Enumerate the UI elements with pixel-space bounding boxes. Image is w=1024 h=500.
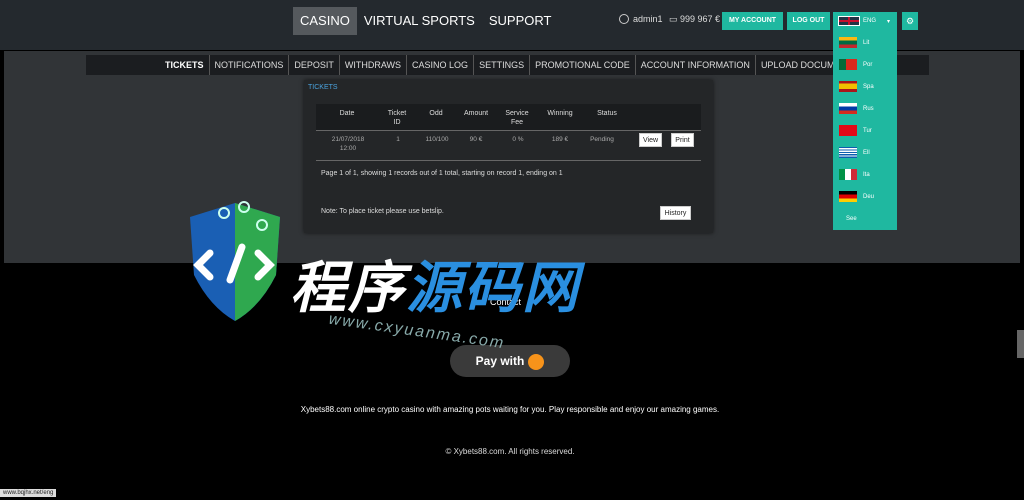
- tickets-panel: TICKETS Date Ticket ID Odd Amount Servic…: [304, 80, 713, 233]
- lang-label: Spa: [863, 83, 874, 90]
- watermark-text-white: 程序: [290, 256, 406, 321]
- col-date: Date: [339, 110, 355, 117]
- lang-item-spa[interactable]: Spa: [839, 81, 874, 92]
- col-odd: Odd: [429, 110, 443, 117]
- watermark-text-blue: 源码网: [406, 256, 580, 321]
- username: admin1: [633, 14, 663, 24]
- uk-flag-icon: [838, 16, 860, 26]
- subnav-casino-log[interactable]: CASINO LOG: [407, 55, 475, 75]
- bitcoin-icon: [528, 353, 545, 370]
- cell-winning: 189 €: [551, 136, 569, 143]
- lang-label: Tur: [863, 127, 872, 134]
- user-info: admin1: [619, 14, 663, 24]
- subnav-deposit[interactable]: DEPOSIT: [289, 55, 340, 75]
- lang-item-deu[interactable]: Deu: [839, 191, 874, 202]
- cell-amount: 90 €: [469, 136, 483, 143]
- pay-with-bitcoin-button[interactable]: Pay with: [450, 345, 570, 377]
- pay-label: Pay with: [475, 354, 525, 368]
- russia-flag-icon: [839, 103, 857, 114]
- subnav-promotional-code[interactable]: PROMOTIONAL CODE: [530, 55, 636, 75]
- col-ticket-id: Ticket ID: [387, 110, 407, 126]
- col-amount: Amount: [463, 110, 489, 117]
- my-account-button[interactable]: MY ACCOUNT: [722, 12, 783, 30]
- col-status: Status: [597, 110, 617, 117]
- wallet-icon: ▭: [669, 14, 681, 24]
- cell-date: 21/07/2018 12:00: [331, 136, 365, 152]
- cell-ticket-id: 1: [396, 136, 400, 143]
- balance: ▭ 999 967 €: [669, 14, 720, 25]
- col-service-fee: Service Fee: [505, 110, 529, 126]
- turkey-flag-icon: [839, 125, 857, 136]
- language-current: ENG: [863, 18, 877, 24]
- nav-virtual-sports[interactable]: VIRTUAL SPORTS: [357, 7, 482, 35]
- language-menu: Lit Por Spa Rus Tur Ell Ita Deu See: [833, 30, 897, 230]
- portugal-flag-icon: [839, 59, 857, 70]
- italy-flag-icon: [839, 169, 857, 180]
- scrollbar-thumb[interactable]: [1017, 330, 1024, 358]
- balance-value: 999 967 €: [680, 14, 721, 24]
- row-divider: [316, 160, 701, 161]
- lang-label: Rus: [863, 105, 874, 112]
- lang-label: Lit: [863, 39, 870, 46]
- subnav-notifications[interactable]: NOTIFICATIONS: [210, 55, 290, 75]
- panel-title: TICKETS: [308, 84, 338, 91]
- nav-support[interactable]: SUPPORT: [482, 7, 559, 35]
- subnav-withdraws[interactable]: WITHDRAWS: [340, 55, 408, 75]
- status-url: www.bqjhx.net/eng: [0, 489, 57, 497]
- lang-label: Deu: [863, 193, 875, 200]
- lang-item-ell[interactable]: Ell: [839, 147, 870, 158]
- note-text: Note: To place ticket please use betslip…: [321, 208, 444, 215]
- footer-description: Xybets88.com online crypto casino with a…: [300, 405, 720, 414]
- copyright: © Xybets88.com. All rights reserved.: [445, 447, 575, 456]
- greece-flag-icon: [839, 147, 857, 158]
- logout-button[interactable]: LOG OUT: [787, 12, 830, 30]
- spain-flag-icon: [839, 81, 857, 92]
- lang-item-lit[interactable]: Lit: [839, 37, 869, 48]
- cell-service-fee: 0 %: [512, 136, 524, 143]
- main-nav: CASINO VIRTUAL SPORTS SUPPORT: [293, 7, 558, 35]
- lithuania-flag-icon: [839, 37, 857, 48]
- caret-down-icon: ▾: [887, 18, 891, 25]
- pagination-text: Page 1 of 1, showing 1 records out of 1 …: [321, 170, 563, 177]
- account-subnav: TICKETS NOTIFICATIONS DEPOSIT WITHDRAWS …: [86, 55, 929, 75]
- cell-odd: 110/100: [425, 136, 449, 143]
- user-icon: [619, 14, 629, 24]
- lang-item-rus[interactable]: Rus: [839, 103, 874, 114]
- col-winning: Winning: [547, 110, 573, 117]
- lang-item-por[interactable]: Por: [839, 59, 872, 70]
- history-button[interactable]: History: [660, 206, 691, 220]
- nav-casino[interactable]: CASINO: [293, 7, 357, 35]
- cell-status: Pending: [590, 136, 614, 143]
- lang-label: Por: [863, 61, 873, 68]
- subnav-tickets[interactable]: TICKETS: [160, 55, 210, 75]
- germany-flag-icon: [839, 191, 857, 202]
- language-selector[interactable]: ENG ▾: [833, 12, 897, 30]
- lang-label: Ita: [863, 171, 870, 178]
- lang-item-ita[interactable]: Ita: [839, 169, 870, 180]
- contact-heading: Contact: [490, 297, 522, 307]
- subnav-settings[interactable]: SETTINGS: [474, 55, 531, 75]
- subnav-account-information[interactable]: ACCOUNT INFORMATION: [636, 55, 756, 75]
- view-button[interactable]: View: [639, 133, 662, 147]
- lang-see-more[interactable]: See: [846, 216, 857, 222]
- gear-icon: ⚙: [905, 16, 915, 26]
- row-divider: [316, 130, 701, 131]
- lang-label: Ell: [863, 149, 870, 156]
- print-button[interactable]: Print: [671, 133, 694, 147]
- settings-gear-button[interactable]: ⚙: [902, 12, 918, 30]
- lang-item-tur[interactable]: Tur: [839, 125, 872, 136]
